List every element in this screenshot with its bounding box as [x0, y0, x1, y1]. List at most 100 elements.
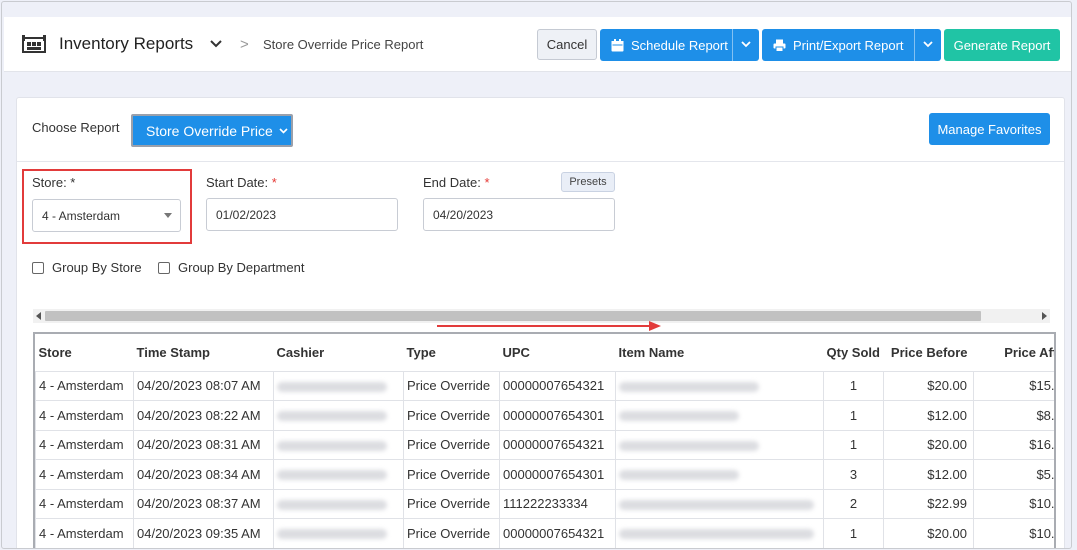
cell-store: 4 - Amsterdam [35, 429, 134, 460]
cancel-button-label: Cancel [546, 37, 588, 52]
table-header-row: Store Time Stamp Cashier Type UPC Item N… [35, 334, 1054, 371]
cell-item-name [615, 488, 824, 519]
cell-time-stamp: 04/20/2023 08:31 AM [133, 429, 274, 460]
table-row[interactable]: 4 - Amsterdam 04/20/2023 08:31 AM Price … [35, 429, 1054, 460]
cell-time-stamp: 04/20/2023 08:07 AM [133, 370, 274, 401]
choose-report-label: Choose Report [32, 120, 120, 135]
table-row[interactable]: 4 - Amsterdam 04/20/2023 08:37 AM Price … [35, 488, 1054, 519]
cell-cashier [273, 400, 404, 431]
cell-type: Price Override [403, 429, 500, 460]
scroll-hint-arrow-icon [437, 321, 661, 331]
cell-qty-sold: 1 [823, 518, 884, 548]
cell-price-after: $10.00 [973, 518, 1054, 548]
end-date-input[interactable]: 04/20/2023 [423, 198, 615, 231]
column-header-upc[interactable]: UPC [499, 334, 616, 371]
calendar-icon [611, 38, 624, 51]
manage-favorites-label: Manage Favorites [937, 121, 1042, 137]
column-header-price-before[interactable]: Price Before [883, 334, 974, 371]
cell-qty-sold: 1 [823, 429, 884, 460]
cell-qty-sold: 1 [823, 400, 884, 431]
cell-item-name [615, 518, 824, 548]
end-date-label-text: End Date: [423, 175, 481, 190]
print-export-report-button[interactable]: Print/Export Report [762, 29, 941, 61]
cell-upc: 00000007654301 [499, 400, 616, 431]
chevron-down-icon [279, 127, 288, 134]
start-date-label: Start Date: * [206, 175, 277, 190]
redacted-text [277, 499, 387, 510]
cell-type: Price Override [403, 459, 500, 490]
column-header-store[interactable]: Store [35, 334, 134, 371]
redacted-text [619, 499, 814, 510]
cell-price-after: $15.00 [973, 370, 1054, 401]
cell-price-before: $12.00 [883, 400, 974, 431]
schedule-report-button[interactable]: Schedule Report [600, 29, 759, 61]
presets-button[interactable]: Presets [561, 172, 615, 192]
report-select-button[interactable]: Store Override Price [131, 114, 293, 147]
checkbox-box[interactable] [32, 261, 44, 274]
generate-report-button[interactable]: Generate Report [944, 29, 1060, 61]
required-mark: * [484, 175, 490, 190]
start-date-label-text: Start Date: [206, 175, 269, 190]
required-mark: * [271, 175, 277, 190]
cell-upc: 111222233334 [499, 488, 616, 519]
cell-store: 4 - Amsterdam [35, 518, 134, 548]
table-row[interactable]: 4 - Amsterdam 04/20/2023 08:34 AM Price … [35, 459, 1054, 490]
cell-item-name [615, 400, 824, 431]
redacted-text [619, 381, 759, 392]
printer-icon [773, 39, 786, 52]
chevron-down-icon[interactable] [923, 41, 933, 48]
cell-store: 4 - Amsterdam [35, 370, 134, 401]
warehouse-icon [22, 35, 46, 53]
cell-cashier [273, 518, 404, 548]
group-by-store-checkbox[interactable]: Group By Store [32, 260, 142, 275]
redacted-text [277, 381, 387, 392]
chevron-down-icon[interactable] [209, 39, 223, 49]
cell-time-stamp: 04/20/2023 08:22 AM [133, 400, 274, 431]
table-row[interactable]: 4 - Amsterdam 04/20/2023 09:35 AM Price … [35, 518, 1054, 548]
cell-price-before: $22.99 [883, 488, 974, 519]
column-header-type[interactable]: Type [403, 334, 500, 371]
column-header-time-stamp[interactable]: Time Stamp [133, 334, 274, 371]
page-title[interactable]: Inventory Reports [59, 34, 193, 54]
report-table: Store Time Stamp Cashier Type UPC Item N… [35, 334, 1054, 548]
cell-price-after: $8.00 [973, 400, 1054, 431]
store-select[interactable]: 4 - Amsterdam [32, 199, 181, 232]
redacted-text [277, 440, 387, 451]
group-by-department-checkbox[interactable]: Group By Department [158, 260, 304, 275]
breadcrumb: Store Override Price Report [263, 37, 424, 52]
column-header-price-after[interactable]: Price After [973, 334, 1054, 371]
cell-price-before: $20.00 [883, 370, 974, 401]
report-select-label: Store Override Price [146, 122, 273, 139]
checkbox-box[interactable] [158, 261, 170, 274]
chevron-down-icon[interactable] [741, 41, 751, 48]
breadcrumb-separator: > [240, 36, 249, 53]
store-label: Store: * [32, 175, 76, 190]
group-by-store-label: Group By Store [52, 260, 142, 275]
cell-item-name [615, 459, 824, 490]
cell-time-stamp: 04/20/2023 08:34 AM [133, 459, 274, 490]
cell-time-stamp: 04/20/2023 08:37 AM [133, 488, 274, 519]
column-header-cashier[interactable]: Cashier [273, 334, 404, 371]
cell-price-after: $16.00 [973, 429, 1054, 460]
split-divider [914, 29, 915, 61]
cell-type: Price Override [403, 518, 500, 548]
redacted-text [277, 411, 387, 422]
cell-item-name [615, 370, 824, 401]
table-row[interactable]: 4 - Amsterdam 04/20/2023 08:22 AM Price … [35, 400, 1054, 431]
column-header-qty-sold[interactable]: Qty Sold [823, 334, 884, 371]
scroll-right-icon[interactable] [1042, 312, 1047, 320]
cell-type: Price Override [403, 488, 500, 519]
cell-upc: 00000007654301 [499, 459, 616, 490]
column-header-item-name[interactable]: Item Name [615, 334, 824, 371]
scroll-left-icon[interactable] [36, 312, 41, 320]
cancel-button[interactable]: Cancel [537, 29, 597, 60]
cell-qty-sold: 3 [823, 459, 884, 490]
cell-cashier [273, 370, 404, 401]
redacted-text [277, 529, 387, 540]
cell-upc: 00000007654321 [499, 429, 616, 460]
start-date-input[interactable]: 01/02/2023 [206, 198, 398, 231]
manage-favorites-button[interactable]: Manage Favorites [929, 113, 1050, 145]
store-select-value: 4 - Amsterdam [42, 208, 121, 223]
print-export-label: Print/Export Report [793, 37, 904, 53]
table-row[interactable]: 4 - Amsterdam 04/20/2023 08:07 AM Price … [35, 370, 1054, 401]
